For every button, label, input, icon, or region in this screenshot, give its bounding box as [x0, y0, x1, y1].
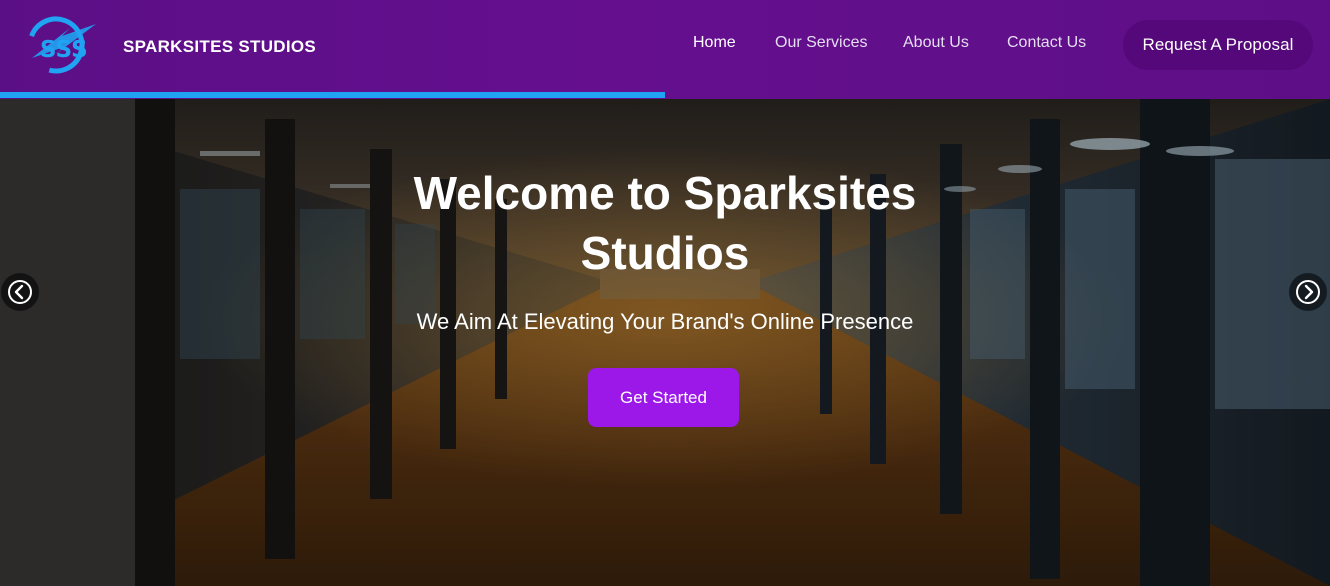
chevron-left-circle-icon: [8, 280, 32, 304]
nav-contact-us[interactable]: Contact Us: [1007, 34, 1086, 52]
hero-title-line-1: Welcome to Sparksites: [413, 167, 917, 219]
site-header: SSS SPARKSITES STUDIOS Home Our Services…: [0, 0, 1330, 99]
scroll-progress-bar: [0, 92, 1330, 99]
slider-next-button[interactable]: [1289, 273, 1327, 311]
hero-title: Welcome to Sparksites Studios: [0, 163, 1330, 283]
get-started-button[interactable]: Get Started: [588, 368, 739, 427]
hero-subtitle: We Aim At Elevating Your Brand's Online …: [416, 309, 914, 334]
scroll-progress-fill: [0, 92, 665, 98]
nav-home[interactable]: Home: [693, 34, 736, 52]
nav-our-services[interactable]: Our Services: [775, 34, 867, 52]
nav-about-us[interactable]: About Us: [903, 34, 969, 52]
chevron-right-circle-icon: [1296, 280, 1320, 304]
hero-title-line-2: Studios: [580, 227, 750, 279]
slider-prev-button[interactable]: [1, 273, 39, 311]
request-proposal-button[interactable]: Request A Proposal: [1123, 20, 1313, 70]
hero-slider: Welcome to Sparksites Studios We Aim At …: [0, 99, 1330, 586]
